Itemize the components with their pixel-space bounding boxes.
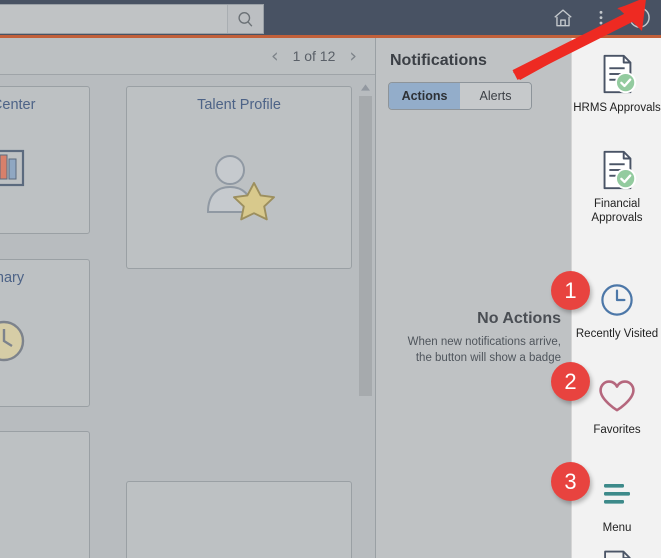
actions-menu-button[interactable]	[583, 0, 619, 35]
tile-title: umary	[0, 270, 25, 286]
callout-badge-2: 2	[551, 362, 590, 401]
tile-title: Talent Profile	[197, 97, 281, 113]
page-indicator: 1 of 12	[292, 48, 336, 64]
notifications-title: Notifications	[390, 52, 487, 69]
navbar-item-icon	[594, 144, 640, 196]
navbar-item-icon	[598, 370, 636, 422]
navbar-item-label: Financial Approvals	[591, 198, 643, 224]
search-button[interactable]	[227, 5, 263, 33]
hamburger-icon	[604, 484, 630, 504]
navbar-item-icon	[594, 48, 640, 100]
prev-page-button[interactable]: ‹	[271, 46, 279, 66]
tile-summary[interactable]: umary	[0, 259, 90, 407]
navbar-item-icon	[599, 274, 635, 326]
clock-gold-icon	[0, 320, 25, 362]
empty-state-title: No Actions	[477, 310, 561, 327]
header-icon-group	[545, 0, 657, 35]
chevron-up-icon	[361, 83, 370, 91]
search-input[interactable]	[0, 5, 227, 33]
tile-title: se Center	[0, 97, 36, 113]
app-root: ‹ 1 of 12 › se Center Talent Pro	[0, 0, 661, 558]
home-icon	[554, 8, 572, 26]
tab-alerts[interactable]: Alerts	[460, 83, 531, 109]
notifications-panel: Notifications Actions Alerts No Actions …	[375, 38, 571, 558]
tile-talent-profile[interactable]: Talent Profile	[126, 86, 352, 269]
document-check-icon	[603, 54, 637, 94]
tile-icon-area	[0, 286, 89, 396]
notifications-tabs: Actions Alerts	[388, 82, 532, 110]
navbar-button[interactable]	[621, 0, 657, 35]
tile-icon-area	[0, 113, 89, 223]
navbar-item-label: Menu	[602, 522, 632, 534]
next-page-button[interactable]: ›	[349, 46, 357, 66]
notifications-empty-state: No Actions When new notifications arrive…	[376, 310, 561, 366]
books-icon	[0, 149, 25, 187]
home-button[interactable]	[545, 0, 581, 35]
tile-icon-area	[127, 113, 351, 258]
navbar-item-icon	[599, 468, 635, 520]
empty-state-text: When new notifications arrive, the butto…	[407, 336, 561, 364]
tile-bottom-right[interactable]	[126, 481, 352, 558]
person-star-icon	[206, 154, 275, 220]
navbar-item-label: Favorites	[593, 424, 641, 436]
navbar-item-label: HRMS Approvals	[573, 102, 661, 114]
search-icon	[238, 11, 253, 27]
callout-badge-3: 3	[551, 462, 590, 501]
tile-case-center[interactable]: se Center	[0, 86, 90, 234]
scroll-up-button[interactable]	[360, 82, 371, 92]
homepage-content: ‹ 1 of 12 › se Center Talent Pro	[0, 38, 375, 558]
heart-icon	[599, 380, 635, 412]
navbar-item-icon	[595, 543, 639, 558]
document-check-icon	[603, 150, 637, 190]
callout-badge-1: 1	[551, 271, 590, 310]
navbar-compass-icon	[628, 7, 650, 28]
navbar-item-document[interactable]	[572, 543, 661, 558]
clock-icon	[601, 284, 633, 316]
top-header-bar	[0, 0, 661, 38]
tab-actions[interactable]: Actions	[389, 83, 460, 109]
navbar-item-financial-approvals[interactable]: Financial Approvals	[572, 144, 661, 226]
actions-menu-icon	[599, 10, 603, 24]
page-toolbar: ‹ 1 of 12 ›	[0, 38, 375, 75]
scroll-thumb[interactable]	[359, 96, 372, 396]
navbar-item-hrms-approvals[interactable]: HRMS Approvals	[572, 48, 661, 116]
navbar-item-label: Recently Visited	[575, 328, 659, 340]
global-search[interactable]	[0, 4, 264, 34]
tile-grid: se Center Talent Profile	[0, 76, 375, 558]
content-scrollbar[interactable]	[359, 82, 372, 517]
document-icon	[604, 550, 631, 558]
tile-bottom-left[interactable]	[0, 431, 90, 558]
